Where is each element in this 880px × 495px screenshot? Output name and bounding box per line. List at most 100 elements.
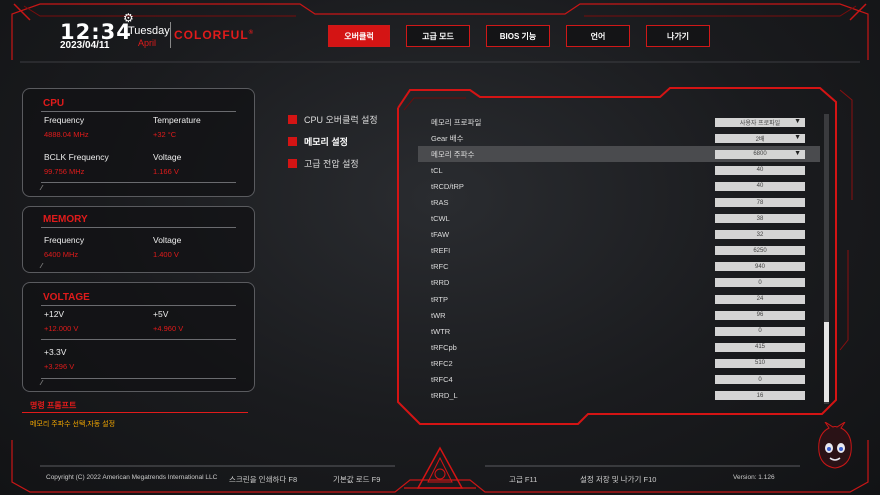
setting-row[interactable]: tRAS 78 — [418, 194, 820, 210]
dropdown-arrow-icon: ▼ — [794, 149, 801, 157]
top-navigation: 오버클럭 고급 모드 BIOS 기능 언어 나가기 — [328, 25, 710, 47]
setting-row[interactable]: tCWL 38 — [418, 211, 820, 227]
setting-row[interactable]: tRRD_L 16 — [418, 388, 820, 404]
setting-row[interactable]: tFAW 32 — [418, 227, 820, 243]
memory-frequency-label: Frequency — [44, 235, 85, 245]
setting-row-selected[interactable]: 메모리 주파수 6800 ▼ — [418, 146, 820, 163]
memory-voltage-label: Voltage — [153, 235, 182, 245]
tfaw-value-field[interactable]: 32 — [715, 230, 805, 240]
advanced-hotkey[interactable]: 고급 F11 — [509, 474, 537, 485]
divider — [41, 378, 236, 379]
month: April — [138, 38, 157, 48]
setting-label: tRTP — [431, 294, 448, 304]
setting-row[interactable]: tRCD/tRP 40 — [418, 178, 820, 194]
twtr-value-field[interactable]: 0 — [715, 326, 805, 336]
decor-slashes: ⁄⁄⁄ — [41, 380, 42, 387]
print-screen-hotkey[interactable]: 스크린을 인쇄하다 F8 — [229, 474, 297, 485]
v12-label: +12V — [44, 309, 65, 319]
setting-row[interactable]: tRTP 24 — [418, 291, 820, 307]
scrollbar-thumb[interactable] — [824, 322, 829, 402]
memory-profile-dropdown[interactable]: 사용자 프로파일 ▼ — [715, 117, 805, 127]
tab-advanced-mode[interactable]: 고급 모드 — [406, 25, 470, 47]
setting-row[interactable]: tWR 96 — [418, 307, 820, 323]
decor-slashes: ⁄⁄⁄ — [41, 185, 42, 192]
trtp-value-field[interactable]: 24 — [715, 294, 805, 304]
submenu-label: CPU 오버클럭 설정 — [304, 114, 378, 125]
tras-value-field[interactable]: 78 — [715, 198, 805, 208]
submenu-cpu-overclock[interactable]: CPU 오버클럭 설정 — [288, 108, 378, 130]
setting-label: tFAW — [431, 230, 450, 240]
setting-row[interactable]: 메모리 프로파일 사용자 프로파일 ▼ — [418, 114, 820, 130]
setting-label: tWTR — [431, 326, 451, 336]
v33-value: +3.296 V — [44, 362, 75, 371]
trrd-value-field[interactable]: 0 — [715, 278, 805, 288]
setting-label: tRFCpb — [431, 342, 457, 352]
bullet-icon — [288, 136, 297, 146]
tab-bios-features[interactable]: BIOS 기능 — [486, 25, 550, 47]
setting-row[interactable]: tCL 40 — [418, 162, 820, 178]
trcd-trp-value-field[interactable]: 40 — [715, 181, 805, 191]
trfc4-value-field[interactable]: 0 — [715, 375, 805, 385]
trrd-l-value-field[interactable]: 16 — [715, 391, 805, 401]
divider — [41, 182, 236, 183]
memory-frequency-value: 6400 MHz — [44, 250, 79, 259]
submenu-label: 메모리 설정 — [304, 136, 348, 147]
voltage-panel: VOLTAGE +12V +12.000 V +5V +4.960 V +3.3… — [22, 282, 255, 392]
tcl-value-field[interactable]: 40 — [715, 165, 805, 175]
v12-value: +12.000 V — [44, 324, 79, 333]
gear-icon[interactable]: ⚙ — [123, 11, 134, 25]
cpu-title: CPU — [43, 98, 65, 109]
trefi-value-field[interactable]: 6250 — [715, 246, 805, 256]
copyright-text: Copyright (C) 2022 American Megatrends I… — [46, 474, 218, 481]
setting-label: 메모리 프로파일 — [431, 117, 482, 127]
setting-row[interactable]: tWTR 0 — [418, 323, 820, 339]
tcwl-value-field[interactable]: 38 — [715, 214, 805, 224]
setting-label: tCWL — [431, 214, 450, 224]
v33-label: +3.3V — [44, 347, 67, 357]
memory-title: MEMORY — [43, 214, 88, 225]
setting-label: 메모리 주파수 — [431, 149, 475, 159]
setting-label: tRFC4 — [431, 375, 453, 385]
setting-row[interactable]: tRFC 940 — [418, 259, 820, 275]
submenu-advanced-voltage[interactable]: 고급 전압 설정 — [288, 152, 378, 174]
setting-label: Gear 배수 — [431, 133, 464, 143]
trfc2-value-field[interactable]: 510 — [715, 358, 805, 368]
dropdown-arrow-icon: ▼ — [794, 133, 801, 141]
tab-language[interactable]: 언어 — [566, 25, 630, 47]
date: 2023/04/11 — [60, 40, 110, 51]
settings-scrollbar[interactable] — [824, 114, 829, 404]
cpu-voltage-label: Voltage — [153, 152, 182, 162]
save-exit-hotkey[interactable]: 설정 저장 및 나가기 F10 — [580, 474, 656, 485]
overclock-submenu: CPU 오버클럭 설정 메모리 설정 고급 전압 설정 — [288, 108, 378, 174]
setting-row[interactable]: tRFCpb 415 — [418, 339, 820, 355]
memory-frequency-dropdown[interactable]: 6800 ▼ — [715, 149, 805, 159]
header-divider — [170, 22, 171, 48]
setting-label: tRRD — [431, 278, 450, 288]
setting-label: tRFC2 — [431, 358, 453, 368]
weekday: Tuesday — [128, 25, 170, 37]
bullet-icon — [288, 114, 297, 124]
bullet-icon — [288, 158, 297, 168]
gear-ratio-dropdown[interactable]: 2배 ▼ — [715, 133, 805, 143]
trfcpb-value-field[interactable]: 415 — [715, 342, 805, 352]
setting-row[interactable]: Gear 배수 2배 ▼ — [418, 130, 820, 146]
setting-row[interactable]: tRFC4 0 — [418, 372, 820, 388]
setting-label: tREFI — [431, 246, 451, 256]
setting-label: tRAS — [431, 198, 449, 208]
setting-row[interactable]: tRRD 0 — [418, 275, 820, 291]
bclk-frequency-label: BCLK Frequency — [44, 152, 109, 162]
tab-overclock[interactable]: 오버클럭 — [328, 25, 390, 47]
setting-label: tRCD/tRP — [431, 181, 464, 191]
cpu-temperature-label: Temperature — [153, 115, 201, 125]
trfc-value-field[interactable]: 940 — [715, 262, 805, 272]
setting-row[interactable]: tREFI 6250 — [418, 243, 820, 259]
setting-row[interactable]: tRFC2 510 — [418, 355, 820, 371]
tab-exit[interactable]: 나가기 — [646, 25, 710, 47]
decor-slashes: ⁄⁄⁄ — [41, 263, 42, 270]
twr-value-field[interactable]: 96 — [715, 310, 805, 320]
cpu-frequency-value: 4888.04 MHz — [44, 130, 89, 139]
submenu-memory-settings[interactable]: 메모리 설정 — [288, 130, 378, 152]
load-defaults-hotkey[interactable]: 기본값 로드 F9 — [333, 474, 380, 485]
v5-label: +5V — [153, 309, 169, 319]
submenu-label: 고급 전압 설정 — [304, 158, 359, 169]
